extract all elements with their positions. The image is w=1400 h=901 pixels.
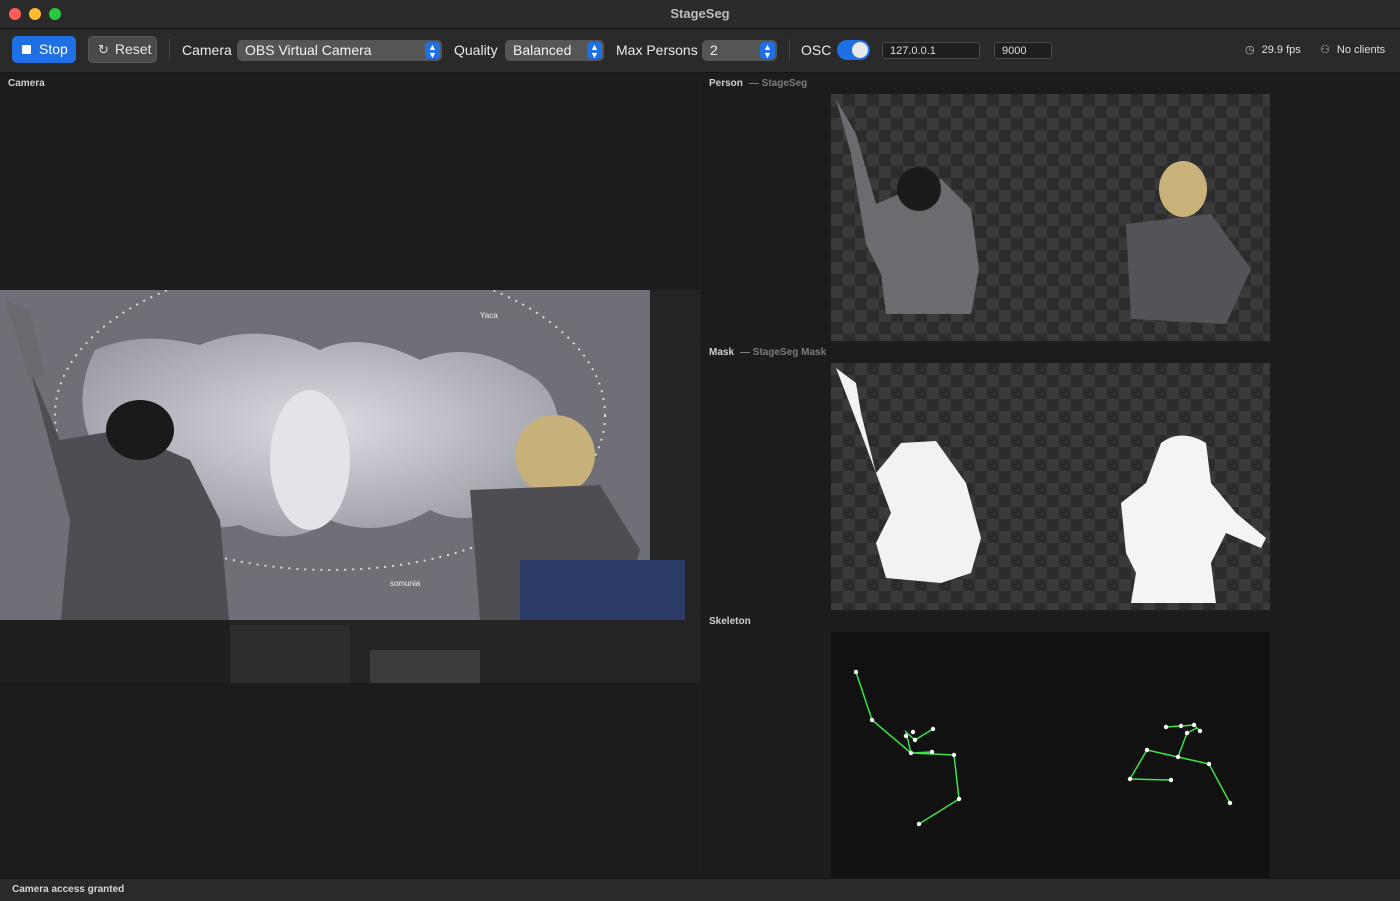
- mask-panel-title: Mask: [709, 347, 735, 358]
- camera-panel-label: Camera: [8, 78, 45, 89]
- quality-select-value: Balanced: [513, 42, 572, 58]
- skeleton-bones: [855, 671, 1231, 825]
- max-persons-select-value: 2: [710, 42, 718, 58]
- mask-output: [831, 363, 1270, 610]
- overlay-name-right: somunia: [390, 579, 421, 588]
- max-persons-label: Max Persons: [616, 42, 698, 58]
- person-cutout: [836, 99, 1251, 324]
- mask-panel-label: Mask — StageSeg Mask: [709, 347, 826, 358]
- person-output: [831, 94, 1270, 341]
- skeleton-panel-label: Skeleton: [709, 616, 751, 627]
- stop-button[interactable]: Stop: [12, 36, 76, 63]
- clients-value: No clients: [1336, 43, 1386, 56]
- fps-indicator: ◷ 29.9 fps: [1245, 43, 1301, 57]
- person-panel-subtitle: — StageSeg: [748, 78, 808, 89]
- reset-icon: ↻: [98, 42, 109, 57]
- osc-label: OSC: [801, 42, 832, 58]
- skeleton-canvas: [853, 669, 1233, 827]
- stop-icon: [22, 45, 31, 54]
- camera-label: Camera: [182, 42, 232, 58]
- status-bar: Camera access granted: [0, 878, 1400, 901]
- toolbar: Stop ↻ Reset Camera OBS Virtual Camera ▲…: [0, 29, 1400, 73]
- osc-port-field[interactable]: 9000: [994, 42, 1052, 59]
- toolbar-divider: [169, 39, 170, 61]
- skeleton-output: [831, 632, 1270, 878]
- stop-button-label: Stop: [39, 41, 68, 57]
- chevron-up-down-icon: ▲ ▼: [760, 42, 775, 60]
- person-panel-label: Person — StageSeg: [709, 78, 807, 89]
- camera-select-value: OBS Virtual Camera: [245, 42, 372, 58]
- reset-button-label: Reset: [114, 41, 152, 57]
- quality-select[interactable]: Balanced ▲ ▼: [505, 40, 604, 61]
- clients-indicator: ⚇ No clients: [1320, 43, 1386, 57]
- chevron-up-down-icon: ▲ ▼: [587, 42, 602, 60]
- quality-label: Quality: [454, 42, 498, 58]
- osc-toggle[interactable]: [837, 40, 870, 60]
- camera-select[interactable]: OBS Virtual Camera ▲ ▼: [237, 40, 442, 61]
- window-title: StageSeg: [670, 6, 730, 21]
- mask-panel-subtitle: — StageSeg Mask: [740, 347, 827, 358]
- toggle-knob: [852, 42, 868, 58]
- max-persons-select[interactable]: 2 ▲ ▼: [702, 40, 777, 61]
- status-message: Camera access granted: [12, 884, 125, 895]
- title-bar: StageSeg: [0, 0, 1400, 29]
- toolbar-divider: [789, 39, 790, 61]
- fps-value: 29.9 fps: [1261, 43, 1301, 56]
- osc-host-field[interactable]: 127.0.0.1: [882, 42, 980, 59]
- camera-feed: Yaca somunia: [0, 290, 700, 683]
- mask-silhouette: [836, 368, 1266, 603]
- reset-button[interactable]: ↻ Reset: [88, 36, 157, 63]
- chevron-up-down-icon: ▲ ▼: [425, 42, 440, 60]
- overlay-name-left: Yaca: [480, 311, 498, 320]
- person-panel-title: Person: [709, 78, 743, 89]
- gauge-icon: ◷: [1245, 44, 1255, 56]
- network-icon: ⚇: [1320, 44, 1330, 56]
